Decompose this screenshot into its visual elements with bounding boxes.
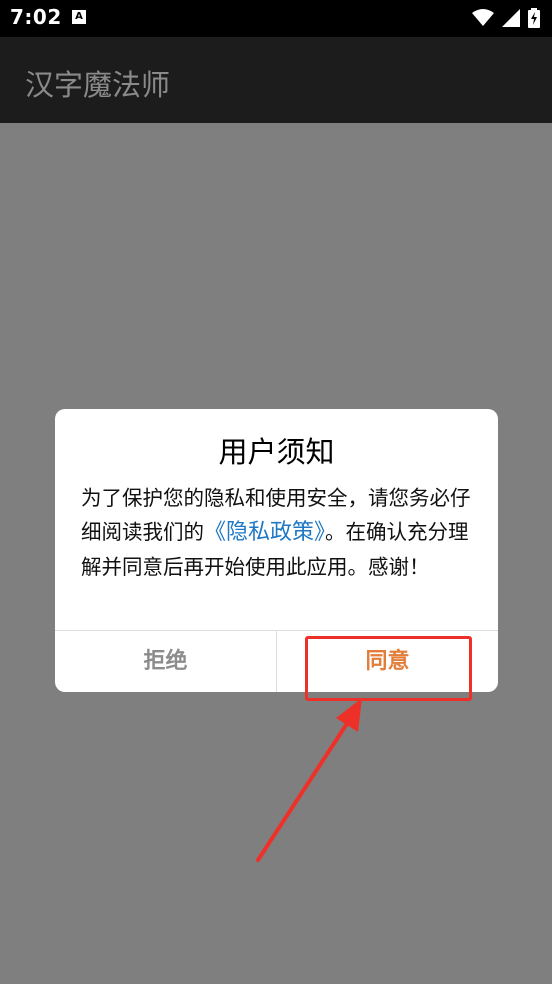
battery-charging-icon [528,8,540,28]
status-bar: 7:02 A [0,0,552,37]
status-icons [472,8,540,28]
app-title: 汉字魔法师 [25,68,171,102]
wifi-icon [472,9,494,26]
app-bar: 汉字魔法师 [0,37,552,123]
status-time: 7:02 [10,5,62,29]
signal-icon [502,9,520,27]
annotation-arrow-icon [256,698,362,862]
dialog-body: 为了保护您的隐私和使用安全，请您务必仔细阅读我们的《隐私政策》。在确认充分理解并… [81,481,476,584]
dialog-title: 用户须知 [218,435,335,469]
reject-button[interactable]: 拒绝 [55,631,276,692]
notification-a-icon: A [72,10,86,24]
privacy-policy-link[interactable]: 《隐私政策》 [204,520,325,545]
